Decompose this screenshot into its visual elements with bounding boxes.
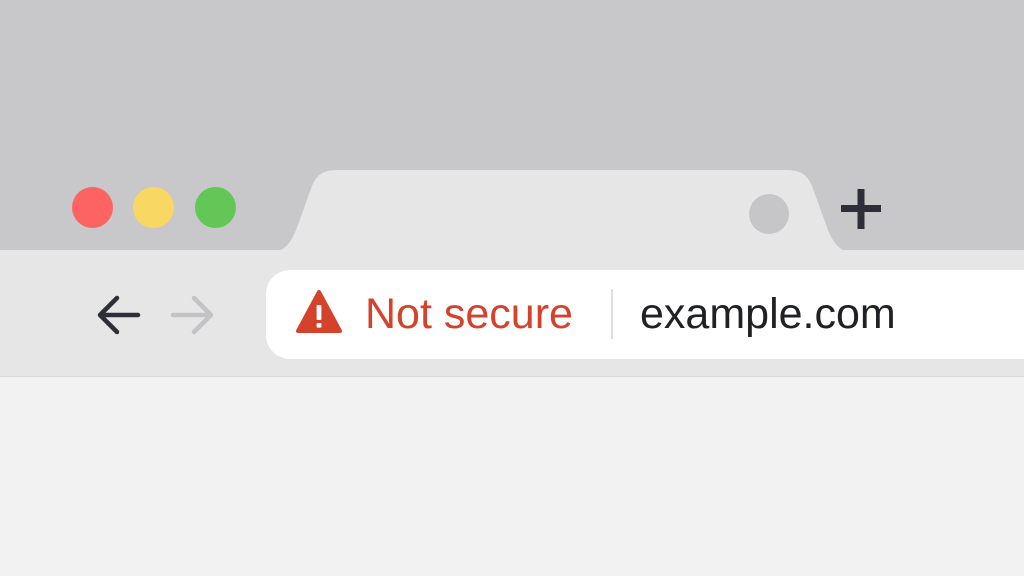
tab-close-icon[interactable] — [749, 194, 789, 234]
forward-button[interactable] — [167, 289, 219, 341]
url-text[interactable]: example.com — [640, 287, 896, 341]
arrow-right-icon — [170, 295, 214, 335]
active-tab[interactable] — [262, 170, 862, 254]
warning-triangle-icon[interactable] — [295, 289, 343, 335]
window-maximize-button[interactable] — [195, 187, 236, 228]
back-button[interactable] — [92, 289, 144, 341]
arrow-left-icon — [97, 295, 141, 335]
tab-strip — [0, 0, 1024, 254]
window-close-button[interactable] — [72, 187, 113, 228]
window-minimize-button[interactable] — [133, 187, 174, 228]
new-tab-button[interactable] — [838, 186, 884, 232]
security-status-label[interactable]: Not secure — [365, 287, 573, 341]
plus-icon — [841, 189, 881, 229]
address-divider — [611, 289, 613, 339]
